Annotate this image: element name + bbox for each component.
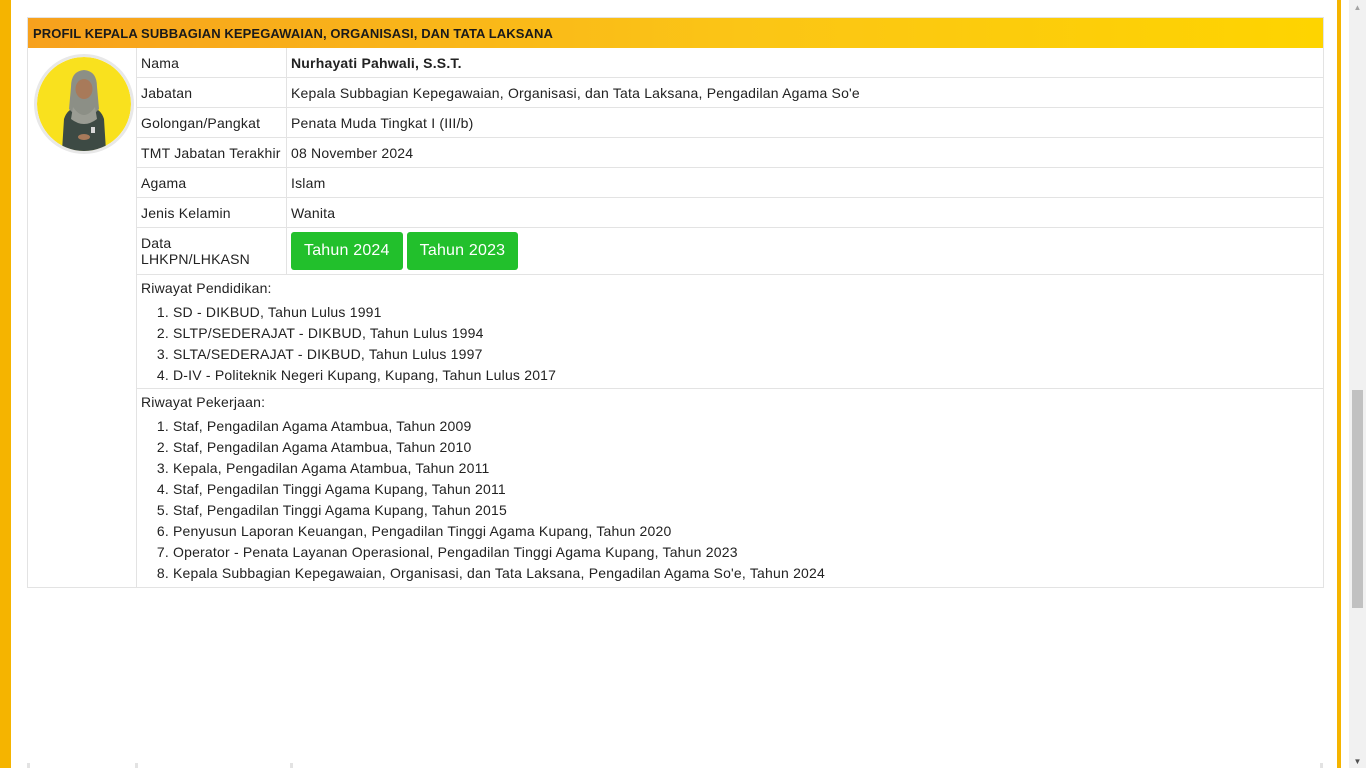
panel-body: Nama Nurhayati Pahwali, S.S.T. Jabatan K… — [28, 48, 1323, 587]
scrollbar-thumb[interactable] — [1352, 390, 1363, 608]
lhkpn-buttons: Tahun 2024 Tahun 2023 — [287, 228, 522, 274]
field-label: Jenis Kelamin — [137, 198, 287, 227]
table-border-stub — [27, 763, 30, 768]
profile-panel: PROFIL KEPALA SUBBAGIAN KEPEGAWAIAN, ORG… — [27, 17, 1324, 588]
field-label: Data LHKPN/LHKASN — [137, 228, 287, 274]
field-row-jabatan: Jabatan Kepala Subbagian Kepegawaian, Or… — [137, 78, 1323, 108]
field-label: Agama — [137, 168, 287, 197]
field-label: Jabatan — [137, 78, 287, 107]
field-label: Nama — [137, 48, 287, 77]
list-item: Staf, Pengadilan Tinggi Agama Kupang, Ta… — [173, 479, 1319, 500]
work-title: Riwayat Pekerjaan: — [141, 394, 266, 410]
field-label: TMT Jabatan Terakhir — [137, 138, 287, 167]
work-history: Riwayat Pekerjaan: Staf, Pengadilan Agam… — [137, 389, 1323, 587]
photo-column — [28, 48, 137, 587]
scroll-down-arrow-icon[interactable]: ▼ — [1349, 754, 1366, 768]
panel-title: PROFIL KEPALA SUBBAGIAN KEPEGAWAIAN, ORG… — [28, 18, 1323, 48]
list-item: D-IV - Politeknik Negeri Kupang, Kupang,… — [173, 365, 1319, 386]
field-value-jabatan: Kepala Subbagian Kepegawaian, Organisasi… — [291, 85, 860, 101]
field-row-agama: Agama Islam — [137, 168, 1323, 198]
list-item: Kepala, Pengadilan Agama Atambua, Tahun … — [173, 458, 1319, 479]
lhkpn-2024-button[interactable]: Tahun 2024 — [291, 232, 403, 270]
lhkpn-2023-button[interactable]: Tahun 2023 — [406, 232, 519, 270]
list-item: SLTA/SEDERAJAT - DIKBUD, Tahun Lulus 199… — [173, 344, 1319, 365]
field-value-agama: Islam — [291, 175, 326, 191]
field-row-lhkpn: Data LHKPN/LHKASN Tahun 2024 Tahun 2023 — [137, 228, 1323, 275]
field-value-nama: Nurhayati Pahwali, S.S.T. — [291, 55, 462, 71]
field-row-nama: Nama Nurhayati Pahwali, S.S.T. — [137, 48, 1323, 78]
left-border-decoration — [0, 0, 11, 768]
info-column: Nama Nurhayati Pahwali, S.S.T. Jabatan K… — [137, 48, 1323, 587]
list-item: SD - DIKBUD, Tahun Lulus 1991 — [173, 302, 1319, 323]
education-history: Riwayat Pendidikan: SD - DIKBUD, Tahun L… — [137, 275, 1323, 389]
table-border-stub — [135, 763, 138, 768]
vertical-scrollbar[interactable]: ▲ ▼ — [1349, 0, 1366, 768]
scroll-up-arrow-icon[interactable]: ▲ — [1349, 0, 1366, 14]
field-row-jenis-kelamin: Jenis Kelamin Wanita — [137, 198, 1323, 228]
work-list: Staf, Pengadilan Agama Atambua, Tahun 20… — [141, 416, 1319, 584]
table-border-stub — [290, 763, 293, 768]
list-item: Operator - Penata Layanan Operasional, P… — [173, 542, 1319, 563]
right-border-decoration — [1337, 0, 1341, 768]
field-row-golongan: Golongan/Pangkat Penata Muda Tingkat I (… — [137, 108, 1323, 138]
list-item: SLTP/SEDERAJAT - DIKBUD, Tahun Lulus 199… — [173, 323, 1319, 344]
page: PROFIL KEPALA SUBBAGIAN KEPEGAWAIAN, ORG… — [0, 0, 1349, 768]
list-item: Staf, Pengadilan Agama Atambua, Tahun 20… — [173, 437, 1319, 458]
profile-photo — [37, 57, 131, 151]
list-item: Penyusun Laporan Keuangan, Pengadilan Ti… — [173, 521, 1319, 542]
list-item: Staf, Pengadilan Agama Atambua, Tahun 20… — [173, 416, 1319, 437]
field-row-tmt: TMT Jabatan Terakhir 08 November 2024 — [137, 138, 1323, 168]
list-item: Kepala Subbagian Kepegawaian, Organisasi… — [173, 563, 1319, 584]
field-label: Golongan/Pangkat — [137, 108, 287, 137]
field-value-jenis-kelamin: Wanita — [291, 205, 336, 221]
table-border-stub — [1320, 763, 1323, 768]
avatar — [34, 54, 134, 154]
field-value-tmt: 08 November 2024 — [291, 145, 414, 161]
field-value-golongan: Penata Muda Tingkat I (III/b) — [291, 115, 474, 131]
education-list: SD - DIKBUD, Tahun Lulus 1991 SLTP/SEDER… — [141, 302, 1319, 386]
next-table-edge — [0, 763, 1349, 768]
list-item: Staf, Pengadilan Tinggi Agama Kupang, Ta… — [173, 500, 1319, 521]
education-title: Riwayat Pendidikan: — [141, 280, 272, 296]
